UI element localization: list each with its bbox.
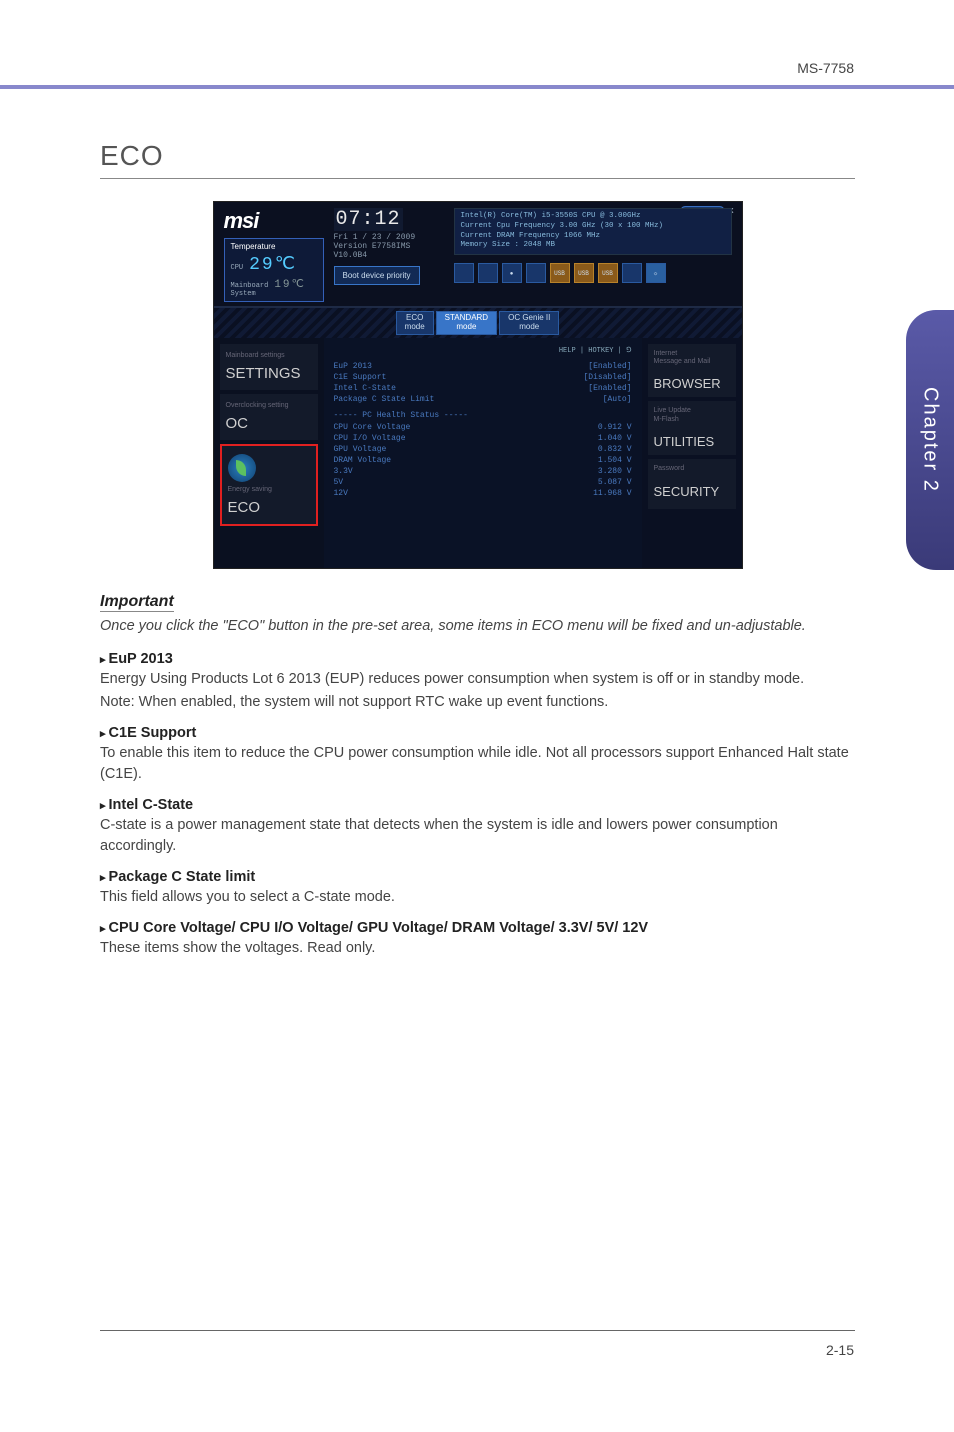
bios-info-col: Intel(R) Core(TM) i5-3550S CPU @ 3.00GHz…: [454, 208, 732, 302]
utilities-label: UTILITIES: [654, 434, 730, 449]
eco-mode-tab[interactable]: ECO mode: [396, 311, 434, 335]
utilities-sublabel: Live Update M-Flash: [654, 407, 730, 424]
boot-dev-usb-icon[interactable]: USB: [598, 263, 618, 283]
voltages-body: These items show the voltages. Read only…: [100, 938, 855, 959]
eco-leaf-icon: [236, 460, 246, 476]
cpu-temp: 29℃: [249, 253, 297, 275]
eco-sublabel: Energy saving: [228, 486, 310, 493]
eup-body-2: Note: When enabled, the system will not …: [100, 692, 855, 713]
mem-size: Memory Size : 2048 MB: [461, 241, 725, 251]
chapter-tab: Chapter 2: [906, 310, 954, 570]
c1e-body: To enable this item to reduce the CPU po…: [100, 743, 855, 785]
oc-genie-mode-tab[interactable]: OC Genie II mode: [499, 311, 559, 335]
boot-dev-icon[interactable]: [454, 263, 474, 283]
bios-mode-tabs: ECO mode STANDARD mode OC Genie II mode: [214, 308, 742, 338]
bios-screenshot: F12 Language X msi Temperature CPU 29℃ M…: [213, 201, 743, 569]
side-browser-panel[interactable]: Internet Message and Mail BROWSER: [648, 344, 736, 398]
bios-health-row: 12V11.968 V: [334, 488, 632, 499]
browser-sublabel: Internet Message and Mail: [654, 350, 730, 367]
boot-dev-icon[interactable]: ●: [502, 263, 522, 283]
cpu-freq: Current Cpu Frequency 3.00 GHz (30 x 100…: [461, 222, 725, 232]
bios-clock: 07:12: [334, 208, 403, 231]
side-security-panel[interactable]: Password SECURITY: [648, 459, 736, 509]
oc-sublabel: Overclocking setting: [226, 402, 312, 409]
eco-globe-icon: [228, 454, 256, 482]
standard-mode-tab[interactable]: STANDARD mode: [436, 311, 497, 335]
important-body: Once you click the "ECO" button in the p…: [100, 616, 855, 637]
bios-setting-row[interactable]: Package C State Limit[Auto]: [334, 394, 632, 405]
bios-health-row: 3.3V3.280 V: [334, 466, 632, 477]
side-oc-panel[interactable]: Overclocking setting OC: [220, 394, 318, 440]
bios-main: Mainboard settings SETTINGS Overclocking…: [214, 338, 742, 568]
temperature-box: Temperature CPU 29℃ Mainboard System 19℃: [224, 238, 324, 302]
bios-center: HELP | HOTKEY | ⅁ EuP 2013[Enabled]C1E S…: [324, 338, 642, 568]
chapter-tab-label: Chapter 2: [919, 387, 942, 493]
important-heading: Important: [100, 593, 174, 612]
boot-dev-icon[interactable]: [622, 263, 642, 283]
bios-date: Fri 1 / 23 / 2009: [334, 233, 444, 242]
eco-label: ECO: [228, 499, 310, 516]
mb-tag: Mainboard System: [231, 282, 269, 298]
bios-right-side: Internet Message and Mail BROWSER Live U…: [642, 338, 742, 568]
pkg-body: This field allows you to select a C-stat…: [100, 887, 855, 908]
doc-id: MS-7758: [0, 60, 954, 76]
footer-rule: [100, 1330, 855, 1331]
side-settings-panel[interactable]: Mainboard settings SETTINGS: [220, 344, 318, 390]
security-sublabel: Password: [654, 465, 730, 473]
mb-temp: 19℃: [274, 277, 306, 291]
content-area: ECO F12 Language X msi Temperature CPU 2…: [100, 140, 855, 959]
cpu-info-box: Intel(R) Core(TM) i5-3550S CPU @ 3.00GHz…: [454, 208, 732, 255]
bios-health-row: 5V5.087 V: [334, 477, 632, 488]
eco-settings-list: EuP 2013[Enabled]C1E Support[Disabled]In…: [334, 361, 632, 405]
boot-dev-usb-icon[interactable]: USB: [574, 263, 594, 283]
header-rule: [0, 85, 954, 89]
dram-freq: Current DRAM Frequency 1066 MHz: [461, 232, 725, 242]
oc-label: OC: [226, 415, 312, 432]
boot-dev-usb-icon[interactable]: USB: [550, 263, 570, 283]
bios-health-row: CPU I/O Voltage1.040 V: [334, 433, 632, 444]
bios-health-row: GPU Voltage0.832 V: [334, 444, 632, 455]
cstate-body: C-state is a power management state that…: [100, 815, 855, 857]
temperature-label: Temperature: [231, 242, 317, 251]
bios-health-row: DRAM Voltage1.504 V: [334, 455, 632, 466]
bios-version: Version E7758IMS V10.0B4: [334, 242, 444, 260]
c1e-heading: C1E Support: [100, 725, 855, 741]
boot-device-icons: ● USB USB USB ☼: [454, 263, 732, 283]
bios-clock-col: 07:12 Fri 1 / 23 / 2009 Version E7758IMS…: [334, 208, 444, 302]
boot-dev-icon[interactable]: [478, 263, 498, 283]
page-title: ECO: [100, 140, 855, 179]
cpu-tag: CPU: [231, 264, 244, 272]
side-utilities-panel[interactable]: Live Update M-Flash UTILITIES: [648, 401, 736, 455]
bios-left-side: Mainboard settings SETTINGS Overclocking…: [214, 338, 324, 568]
bios-setting-row[interactable]: EuP 2013[Enabled]: [334, 361, 632, 372]
corner-icon[interactable]: ☼: [646, 263, 666, 283]
msi-logo: msi: [224, 208, 324, 234]
browser-label: BROWSER: [654, 376, 730, 391]
security-label: SECURITY: [654, 484, 730, 499]
help-hotkey-bar[interactable]: HELP | HOTKEY | ⅁: [334, 344, 632, 361]
pc-health-separator: ----- PC Health Status -----: [334, 411, 632, 420]
cstate-heading: Intel C-State: [100, 797, 855, 813]
bios-setting-row[interactable]: C1E Support[Disabled]: [334, 372, 632, 383]
boot-dev-icon[interactable]: [526, 263, 546, 283]
cpu-model: Intel(R) Core(TM) i5-3550S CPU @ 3.00GHz: [461, 212, 725, 222]
bios-brand-col: msi Temperature CPU 29℃ Mainboard System…: [224, 208, 324, 302]
side-eco-panel[interactable]: Energy saving ECO: [220, 444, 318, 526]
eup-body-1: Energy Using Products Lot 6 2013 (EUP) r…: [100, 669, 855, 690]
pkg-heading: Package C State limit: [100, 869, 855, 885]
boot-priority-button[interactable]: Boot device priority: [334, 266, 420, 285]
page-number: 2-15: [826, 1342, 854, 1358]
bios-setting-row[interactable]: Intel C-State[Enabled]: [334, 383, 632, 394]
bios-top-bar: msi Temperature CPU 29℃ Mainboard System…: [214, 202, 742, 308]
bios-health-row: CPU Core Voltage0.912 V: [334, 422, 632, 433]
voltages-heading: CPU Core Voltage/ CPU I/O Voltage/ GPU V…: [100, 920, 855, 936]
pc-health-list: CPU Core Voltage0.912 VCPU I/O Voltage1.…: [334, 422, 632, 499]
settings-sublabel: Mainboard settings: [226, 352, 312, 359]
settings-label: SETTINGS: [226, 365, 312, 382]
eup-heading: EuP 2013: [100, 651, 855, 667]
